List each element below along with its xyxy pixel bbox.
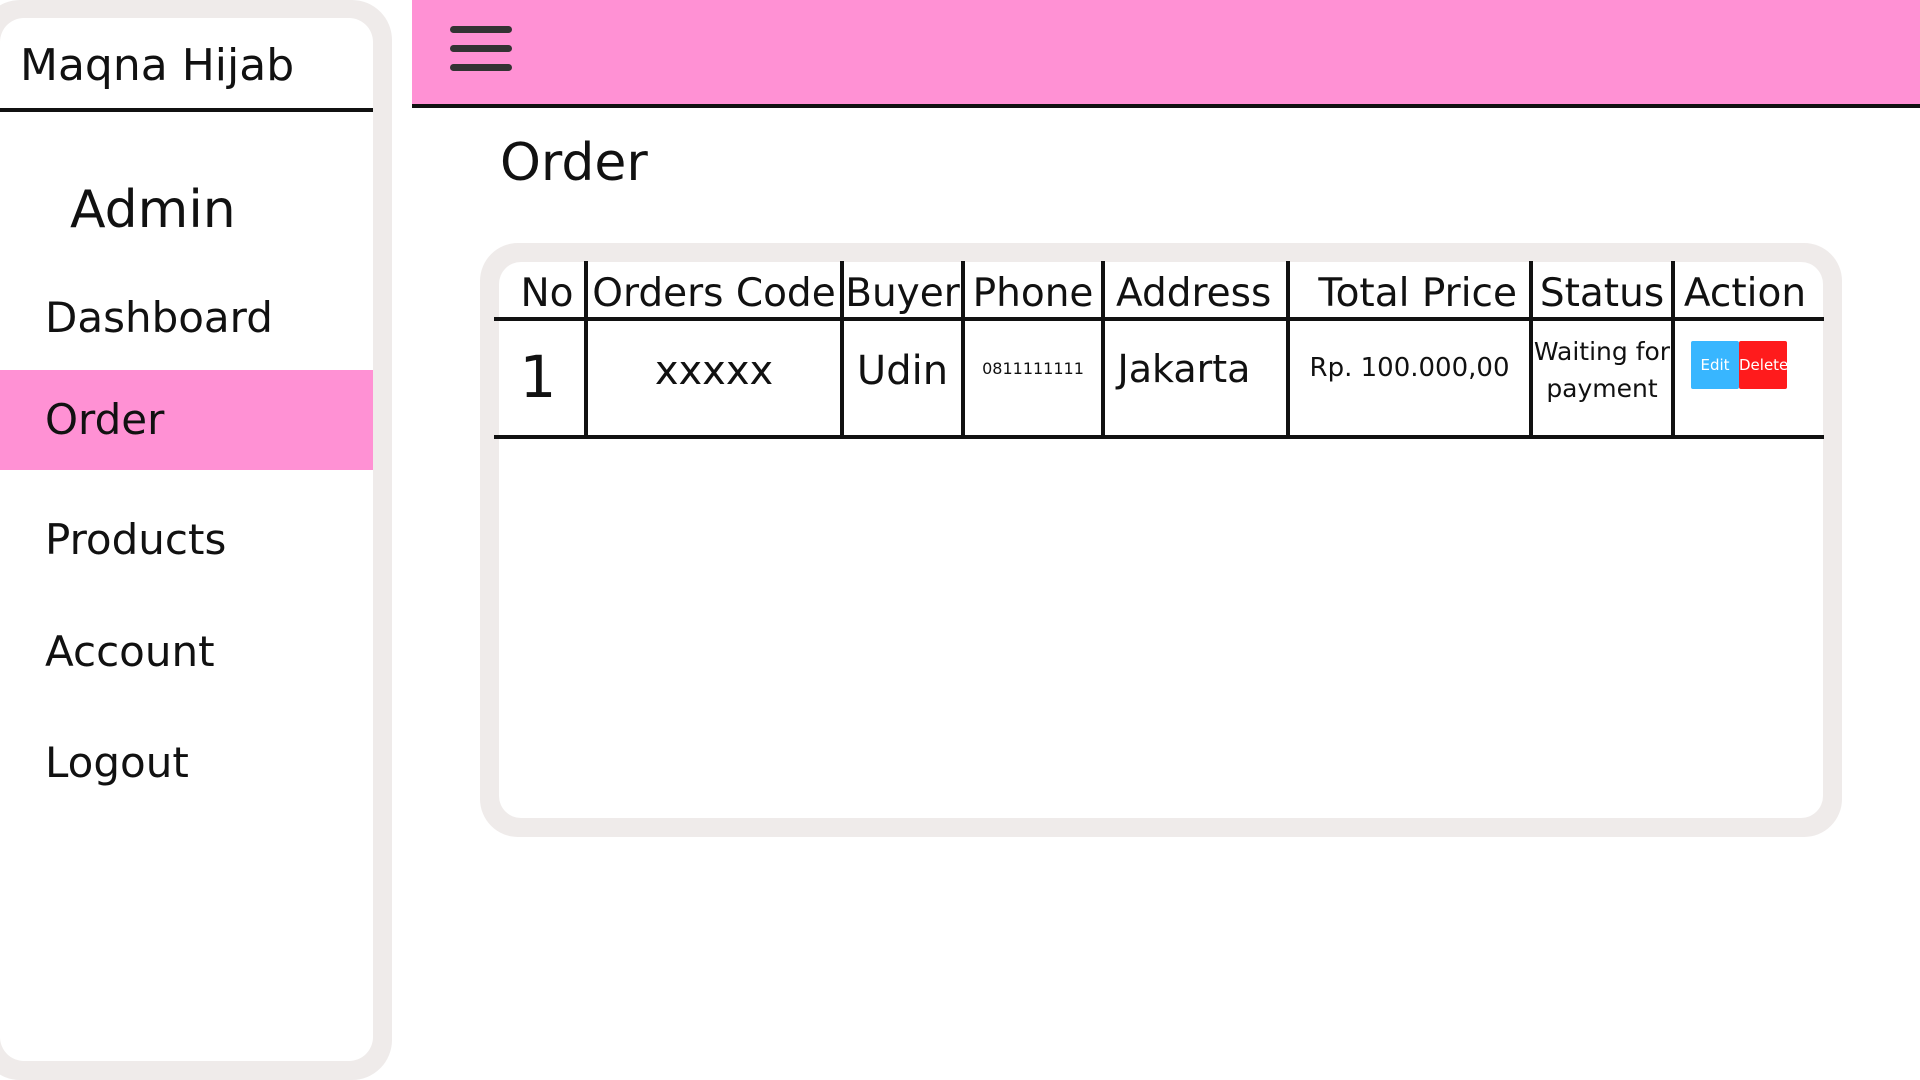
menu-bar bbox=[450, 64, 512, 71]
page-title: Order bbox=[500, 133, 648, 193]
table-cell-orders-code: xxxxx bbox=[654, 348, 774, 394]
sidebar-item-order[interactable]: Order bbox=[0, 370, 373, 470]
sidebar-panel: Maqna Hijab Admin Dashboard Order Produc… bbox=[0, 18, 373, 1061]
column-header-buyer: Buyer bbox=[845, 271, 960, 316]
column-header-phone: Phone bbox=[972, 271, 1094, 316]
table-cell-total-price: Rp. 100.000,00 bbox=[1309, 353, 1510, 383]
sidebar-item-products[interactable]: Products bbox=[0, 490, 373, 590]
table-cell-status: Waiting for payment bbox=[1533, 330, 1671, 410]
column-header-action: Action bbox=[1683, 271, 1807, 316]
admin-page: Maqna Hijab Admin Dashboard Order Produc… bbox=[0, 0, 1920, 1080]
status-text-line: Waiting for bbox=[1533, 337, 1671, 366]
sidebar-item-label: Order bbox=[45, 395, 165, 444]
brand-divider bbox=[0, 108, 373, 112]
column-header-status: Status bbox=[1539, 271, 1665, 316]
sidebar-item-account[interactable]: Account bbox=[0, 602, 373, 702]
menu-bar bbox=[450, 26, 512, 33]
table-cell-address: Jakarta bbox=[1117, 347, 1251, 391]
column-header-total-price: Total Price bbox=[1318, 271, 1517, 316]
sidebar-item-logout[interactable]: Logout bbox=[0, 713, 373, 813]
edit-button[interactable]: Edit bbox=[1691, 341, 1739, 389]
table-cell-phone: 0811111111 bbox=[982, 358, 1084, 378]
sidebar: Maqna Hijab Admin Dashboard Order Produc… bbox=[0, 0, 392, 1080]
sidebar-item-label: Logout bbox=[45, 738, 189, 787]
sidebar-item-label: Account bbox=[45, 627, 215, 676]
table-cell-no: 1 bbox=[519, 343, 557, 411]
hamburger-menu-icon[interactable] bbox=[450, 26, 512, 72]
sidebar-item-label: Dashboard bbox=[45, 293, 273, 342]
role-label: Admin bbox=[70, 180, 236, 240]
column-header-address: Address bbox=[1116, 271, 1272, 316]
column-header-orders-code: Orders Code bbox=[592, 271, 836, 316]
top-bar bbox=[412, 0, 1920, 108]
table-row-divider bbox=[494, 435, 1824, 439]
delete-button[interactable]: Delete bbox=[1739, 341, 1788, 389]
column-header-no: No bbox=[520, 271, 574, 316]
brand-name: Maqna Hijab bbox=[20, 40, 295, 91]
status-text-line: payment bbox=[1546, 374, 1658, 403]
sidebar-item-dashboard[interactable]: Dashboard bbox=[0, 268, 373, 368]
menu-bar bbox=[450, 45, 512, 52]
sidebar-item-label: Products bbox=[45, 515, 227, 564]
table-cell-buyer: Udin bbox=[856, 348, 949, 394]
